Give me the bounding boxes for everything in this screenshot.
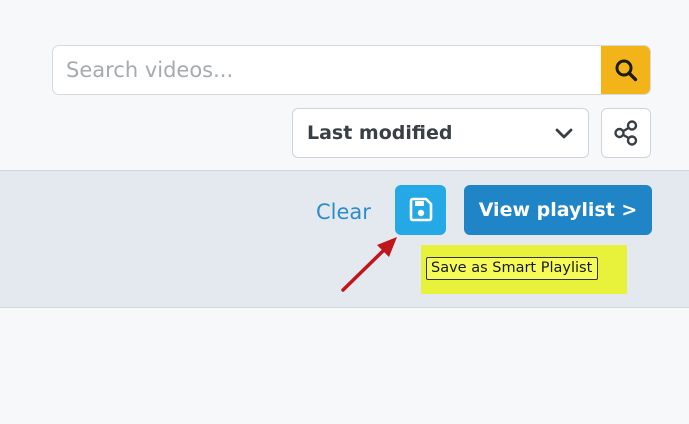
- share-icon: [614, 120, 638, 146]
- clear-link[interactable]: Clear: [316, 197, 371, 227]
- search-button[interactable]: [601, 46, 650, 94]
- sort-select[interactable]: Last modified: [292, 108, 589, 158]
- view-playlist-button[interactable]: View playlist >: [464, 185, 652, 235]
- search-box: [52, 45, 651, 95]
- share-button[interactable]: [601, 108, 651, 158]
- save-tooltip: Save as Smart Playlist: [421, 245, 627, 294]
- annotation-arrow-icon: [341, 237, 397, 292]
- sort-select-value: Last modified: [307, 122, 453, 144]
- chevron-down-icon: [555, 128, 573, 139]
- floppy-disk-icon: [409, 197, 432, 222]
- search-icon: [615, 59, 637, 82]
- save-tooltip-text: Save as Smart Playlist: [426, 257, 599, 280]
- search-input[interactable]: [53, 46, 602, 94]
- save-smart-playlist-button[interactable]: [395, 185, 446, 235]
